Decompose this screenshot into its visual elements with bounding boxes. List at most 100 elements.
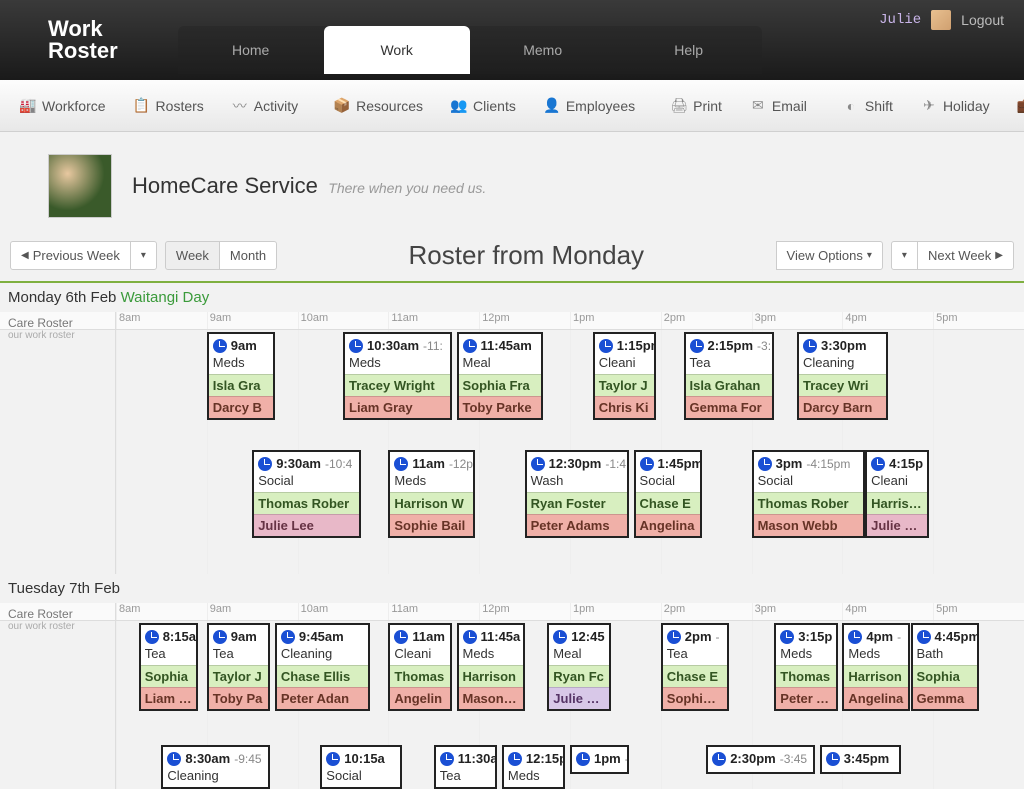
main-tabs: HomeWorkMemoHelp xyxy=(178,26,762,74)
toolbar-employees[interactable]: 👤Employees xyxy=(530,80,649,132)
toolbar-activity[interactable]: 〰Activity xyxy=(218,80,312,132)
event-client: Chase E xyxy=(663,665,727,687)
event-staff: Gemma For xyxy=(686,396,773,418)
roster-lanes: 9amMedsIsla GraDarcy B 10:30am-11:MedsTra… xyxy=(116,330,1024,574)
roster-event[interactable]: 2:15pm-3:TeaIsla GrahanGemma For xyxy=(684,332,775,420)
tab-home[interactable]: Home xyxy=(178,26,324,74)
roster-event[interactable]: 9:30am-10:4SocialThomas RoberJulie Lee xyxy=(252,450,361,538)
toolbar-label: Workforce xyxy=(42,98,106,114)
event-type: Social xyxy=(322,768,400,787)
prev-week-button[interactable]: ◀ Previous Week xyxy=(10,241,131,270)
event-client: Sophia xyxy=(913,665,977,687)
roster-event[interactable]: 9amMedsIsla GraDarcy B xyxy=(207,332,275,420)
roster-event[interactable]: 12:45MealRyan FcJulie Lee xyxy=(547,623,611,711)
month-view-button[interactable]: Month xyxy=(219,241,277,270)
roster-event[interactable]: 3:45pm xyxy=(820,745,902,774)
hour-label: 11am xyxy=(388,603,479,620)
roster-event[interactable]: 4pm-MedsHarrisonAngelina xyxy=(842,623,910,711)
avatar[interactable] xyxy=(931,10,951,30)
clock-icon xyxy=(145,630,159,644)
view-options-button[interactable]: View Options ▾ xyxy=(776,241,883,270)
toolbar-clients[interactable]: 👥Clients xyxy=(437,80,530,132)
roster-event[interactable]: 1:15pmCleaniTaylor JChris Ki xyxy=(593,332,657,420)
roster-event[interactable]: 9amTeaTaylor JToby Pa xyxy=(207,623,271,711)
clock-icon xyxy=(690,339,704,353)
clock-icon xyxy=(349,339,363,353)
event-client: Harrison W xyxy=(390,492,472,514)
event-type: Meal xyxy=(459,355,541,374)
toolbar-email[interactable]: ✉Email xyxy=(736,80,821,132)
next-dropdown-button[interactable]: ▾ xyxy=(891,241,918,270)
toolbar-label: Shift xyxy=(865,98,893,114)
roster-event[interactable]: 11amCleaniThomasAngelin xyxy=(388,623,452,711)
top-header: Work Roster HomeWorkMemoHelp Julie Logou… xyxy=(0,0,1024,80)
event-type: Meds xyxy=(504,768,564,787)
roster-event[interactable]: 12:15pMeds xyxy=(502,745,566,789)
event-type: Bath xyxy=(913,646,977,665)
event-client: Chase E xyxy=(636,492,700,514)
event-staff: Toby Pa xyxy=(209,687,269,709)
org-tagline: There when you need us. xyxy=(328,180,486,196)
event-client: Thomas Rober xyxy=(254,492,359,514)
clock-icon xyxy=(758,457,772,471)
roster-event[interactable]: 1:45pmSocialChase EAngelina xyxy=(634,450,702,538)
toolbar-shift[interactable]: ◐Shift xyxy=(829,80,907,132)
roster-event[interactable]: 11:45amMealSophia FraToby Parke xyxy=(457,332,543,420)
clock-icon xyxy=(394,457,408,471)
roster-event[interactable]: 4:45pmBathSophiaGemma xyxy=(911,623,979,711)
tab-memo[interactable]: Memo xyxy=(470,26,616,74)
roster-event[interactable]: 11am-12pMedsHarrison WSophie Bail xyxy=(388,450,474,538)
toolbar-rosters[interactable]: 📋Rosters xyxy=(120,80,218,132)
roster-event[interactable]: 2:30pm-3:45 xyxy=(706,745,815,774)
clock-icon xyxy=(803,339,817,353)
clock-icon xyxy=(258,457,272,471)
hour-label: 5pm xyxy=(933,312,1024,329)
event-type: Cleaning xyxy=(799,355,886,374)
roster-event[interactable]: 11:45aMedsHarrisonMason W xyxy=(457,623,525,711)
toolbar-holiday[interactable]: ✈Holiday xyxy=(907,80,1004,132)
clock-icon xyxy=(167,752,181,766)
week-view-button[interactable]: Week xyxy=(165,241,220,270)
roster-column-label: Care Rosterour work roster xyxy=(0,312,116,329)
clock-icon xyxy=(531,457,545,471)
event-type: Cleani xyxy=(595,355,655,374)
toolbar-resources[interactable]: 📦Resources xyxy=(320,80,437,132)
roster-event[interactable]: 8:30am-9:45Cleaning xyxy=(161,745,270,789)
event-staff: Sophie Bail xyxy=(390,514,472,536)
roster-event[interactable]: 9:45amCleaningChase EllisPeter Adan xyxy=(275,623,370,711)
event-staff: Chris Ki xyxy=(595,396,655,418)
toolbar-label: Print xyxy=(693,98,722,114)
toolbar-workforce[interactable]: 🏭 Workforce xyxy=(6,80,120,132)
roster-event[interactable]: 3:15pMedsThomasPeter Ad xyxy=(774,623,838,711)
tab-help[interactable]: Help xyxy=(616,26,762,74)
roster-body: 8:15amTeaSophiaLiam Gr9amTeaTaylor JToby… xyxy=(0,621,1024,789)
roster-event[interactable]: 10:30am-11:MedsTracey WrightLiam Gray xyxy=(343,332,452,420)
clock-icon xyxy=(326,752,340,766)
roster-event[interactable]: 3:30pmCleaningTracey WriDarcy Barn xyxy=(797,332,888,420)
prev-dropdown-button[interactable]: ▾ xyxy=(130,241,157,270)
roster-event[interactable]: 1pm-1: xyxy=(570,745,629,774)
roster-event[interactable]: 8:15amTeaSophiaLiam Gr xyxy=(139,623,198,711)
day-header: Monday 6th Feb Waitangi Day xyxy=(0,283,1024,312)
roster-event[interactable]: 4:15pCleaniHarrisonJulie Lee xyxy=(865,450,929,538)
tab-work[interactable]: Work xyxy=(324,26,470,74)
clock-icon xyxy=(440,752,454,766)
roster-event[interactable]: 10:15aSocial xyxy=(320,745,402,789)
user-area: Julie Logout xyxy=(879,10,1004,30)
logout-link[interactable]: Logout xyxy=(961,12,1004,28)
hour-label: 4pm xyxy=(842,603,933,620)
event-type: Meal xyxy=(549,646,609,665)
hour-label: 4pm xyxy=(842,312,933,329)
event-client: Tracey Wri xyxy=(799,374,886,396)
roster-event[interactable]: 11:30aTea xyxy=(434,745,498,789)
event-client: Harrison xyxy=(867,492,927,514)
event-type xyxy=(822,768,900,772)
next-week-button[interactable]: Next Week ▶ xyxy=(917,241,1014,270)
workforce-icon: 🏭 xyxy=(20,98,36,114)
roster-event[interactable]: 3pm-4:15pmSocialThomas RoberMason Webb xyxy=(752,450,866,538)
toolbar-sick[interactable]: 💼Sick xyxy=(1004,80,1024,132)
roster-event[interactable]: 2pm-TeaChase ESophie B xyxy=(661,623,729,711)
toolbar-print[interactable]: 🖨Print xyxy=(657,80,736,132)
roster-event[interactable]: 12:30pm-1:4WashRyan FosterPeter Adams xyxy=(525,450,629,538)
time-header: Care Rosterour work roster8am9am10am11am… xyxy=(0,603,1024,621)
